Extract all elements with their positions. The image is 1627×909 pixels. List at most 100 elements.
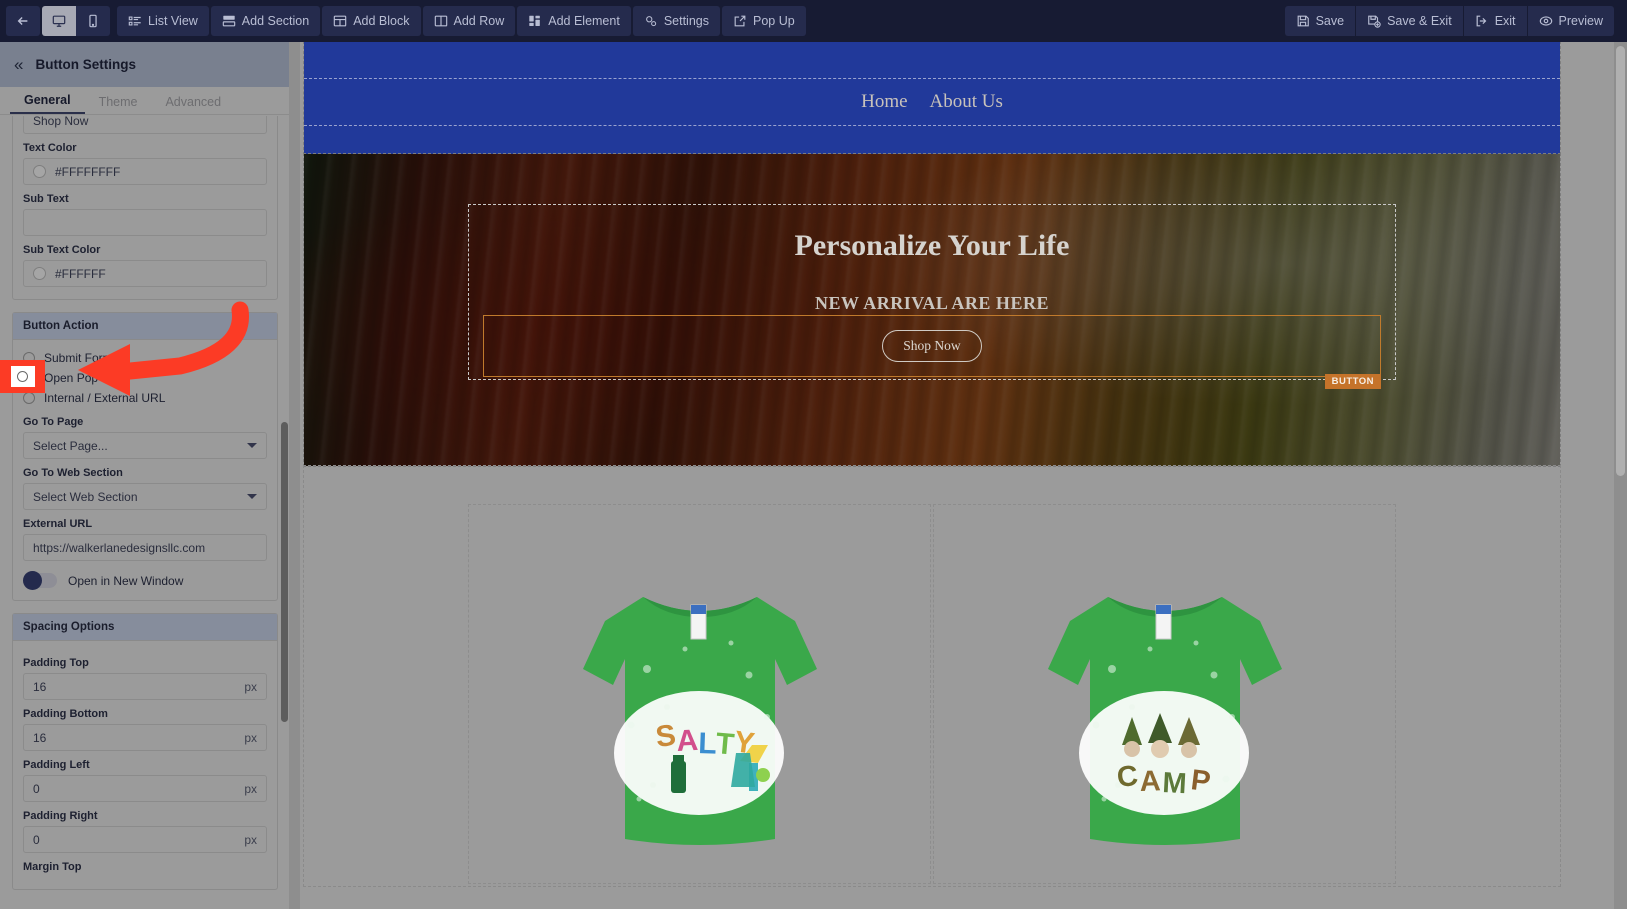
padding-top-value: 16 xyxy=(33,679,47,694)
sub-color-swatch-icon[interactable] xyxy=(33,267,46,280)
add-row-icon xyxy=(434,14,448,28)
go-to-page-select[interactable]: Select Page... xyxy=(23,432,267,459)
padding-right-input[interactable]: 0 px xyxy=(23,826,267,853)
mobile-icon xyxy=(86,14,100,28)
padding-bottom-label: Padding Bottom xyxy=(23,708,108,720)
preview-label: Preview xyxy=(1558,14,1603,28)
add-section-button[interactable]: Add Section xyxy=(210,6,321,36)
add-section-icon xyxy=(222,14,236,28)
site-canvas: Home About Us Personalize Your Life NEW … xyxy=(300,42,1627,909)
padding-right-value: 0 xyxy=(33,832,40,847)
open-pop-up-option[interactable]: Open Pop Up xyxy=(23,368,267,388)
padding-top-input[interactable]: 16 px xyxy=(23,673,267,700)
nav-link-about-us[interactable]: About Us xyxy=(930,91,1003,113)
device-mobile-button[interactable] xyxy=(76,6,110,36)
save-button[interactable]: Save xyxy=(1284,6,1356,36)
preview-icon xyxy=(1539,14,1553,28)
svg-text:P: P xyxy=(1189,764,1212,798)
add-element-label: Add Element xyxy=(548,14,620,28)
desktop-icon xyxy=(52,14,66,28)
list-view-button[interactable]: List View xyxy=(117,6,209,36)
padding-left-input[interactable]: 0 px xyxy=(23,775,267,802)
external-url-label: External URL xyxy=(23,518,93,530)
popup-button[interactable]: Pop Up xyxy=(721,6,806,36)
popup-icon xyxy=(733,14,747,28)
button-text-card: Shop Now Text Color #FFFFFFFF Sub Text S… xyxy=(12,116,278,300)
add-element-button[interactable]: Add Element xyxy=(517,6,631,36)
add-block-label: Add Block xyxy=(353,14,410,28)
text-color-value: #FFFFFFFF xyxy=(55,164,121,179)
product-cell-camp[interactable]: C A M P xyxy=(933,504,1396,884)
back-button[interactable] xyxy=(6,6,40,36)
save-exit-button[interactable]: Save & Exit xyxy=(1356,6,1463,36)
open-new-window-label: Open in New Window xyxy=(68,573,184,588)
list-view-label: List View xyxy=(148,14,198,28)
internal-external-url-option[interactable]: Internal / External URL xyxy=(23,388,267,408)
button-text-value: Shop Now xyxy=(33,116,89,128)
hero-subtitle: NEW ARRIVAL ARE HERE xyxy=(815,293,1049,313)
open-pop-up-label: Open Pop Up xyxy=(44,371,117,385)
submit-form-radio[interactable] xyxy=(23,352,35,364)
open-new-window-row[interactable]: Open in New Window xyxy=(23,571,267,590)
double-chevron-left-icon[interactable]: « xyxy=(14,56,24,73)
external-url-value: https://walkerlanedesignsllc.com xyxy=(33,540,206,555)
panel-header: « Button Settings xyxy=(0,42,290,87)
toggle-knob xyxy=(23,571,42,590)
go-to-web-section-label: Go To Web Section xyxy=(23,467,123,479)
svg-text:M: M xyxy=(1161,767,1187,800)
hero-content-block[interactable]: Personalize Your Life NEW ARRIVAL ARE HE… xyxy=(468,204,1396,389)
sub-text-label: Sub Text xyxy=(23,193,69,205)
external-url-input[interactable]: https://walkerlanedesignsllc.com xyxy=(23,534,267,561)
canvas-scrollbar-thumb[interactable] xyxy=(1616,46,1625,476)
padding-left-label: Padding Left xyxy=(23,759,90,771)
button-block-selected[interactable]: Shop Now BUTTON xyxy=(483,315,1381,389)
svg-text:A: A xyxy=(1139,765,1161,798)
preview-button[interactable]: Preview xyxy=(1527,6,1614,36)
sub-text-color-input[interactable]: #FFFFFF xyxy=(23,260,267,287)
add-block-button[interactable]: Add Block xyxy=(322,6,421,36)
submit-form-option[interactable]: Submit Form xyxy=(23,348,267,368)
sub-text-color-label: Sub Text Color xyxy=(23,244,101,256)
go-to-web-section-select[interactable]: Select Web Section xyxy=(23,483,267,510)
padding-bottom-input[interactable]: 16 px xyxy=(23,724,267,751)
internal-external-url-radio[interactable] xyxy=(23,392,35,404)
button-action-heading: Button Action xyxy=(13,313,277,340)
panel-scroll-area[interactable]: Shop Now Text Color #FFFFFFFF Sub Text S… xyxy=(0,116,290,909)
add-block-icon xyxy=(333,14,347,28)
color-swatch-icon[interactable] xyxy=(33,165,46,178)
text-color-input[interactable]: #FFFFFFFF xyxy=(23,158,267,185)
tab-general[interactable]: General xyxy=(10,93,85,114)
button-settings-panel: « Button Settings General Theme Advanced… xyxy=(0,42,290,909)
padding-right-unit: px xyxy=(244,832,257,847)
settings-button[interactable]: Settings xyxy=(632,6,720,36)
shop-now-button[interactable]: Shop Now xyxy=(882,330,982,362)
panel-scrollbar[interactable] xyxy=(281,422,288,722)
settings-label: Settings xyxy=(663,14,709,28)
sub-text-input[interactable] xyxy=(23,209,267,236)
go-to-web-section-value: Select Web Section xyxy=(33,489,138,504)
open-pop-up-radio[interactable] xyxy=(23,372,35,384)
add-row-label: Add Row xyxy=(453,14,505,28)
add-row-button[interactable]: Add Row xyxy=(422,6,516,36)
save-icon xyxy=(1296,14,1310,28)
open-new-window-toggle[interactable] xyxy=(23,571,57,590)
svg-text:C: C xyxy=(1115,760,1139,794)
button-text-input[interactable]: Shop Now xyxy=(23,116,267,134)
nav-section: Home About Us xyxy=(303,42,1561,155)
list-view-icon xyxy=(128,14,142,28)
text-color-label: Text Color xyxy=(23,142,77,154)
product-cell-salty[interactable]: S A L T Y xyxy=(468,504,931,884)
nav-row: Home About Us xyxy=(304,78,1560,126)
panel-divider xyxy=(289,42,300,909)
panel-title: Button Settings xyxy=(35,57,136,72)
exit-label: Exit xyxy=(1494,14,1516,28)
gear-icon xyxy=(644,14,658,28)
panel-tabs: General Theme Advanced xyxy=(0,87,290,115)
tab-advanced[interactable]: Advanced xyxy=(151,95,235,114)
device-desktop-button[interactable] xyxy=(42,6,76,36)
exit-button[interactable]: Exit xyxy=(1463,6,1527,36)
tab-theme[interactable]: Theme xyxy=(85,95,152,114)
nav-link-home[interactable]: Home xyxy=(861,91,907,113)
go-to-page-label: Go To Page xyxy=(23,416,84,428)
salty-tee-image: S A L T Y xyxy=(535,539,865,869)
